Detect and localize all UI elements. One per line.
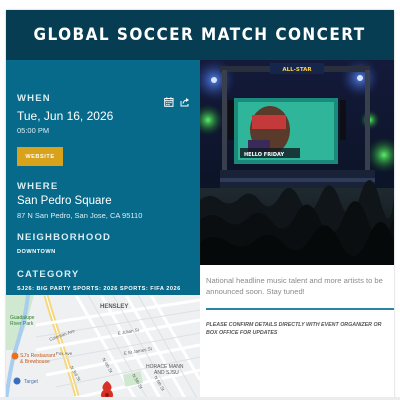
- when-label: WHEN: [17, 93, 51, 104]
- category-list: SJ26: BIG PARTY SPORTS: 2026 SPORTS: FIF…: [17, 286, 181, 292]
- event-disclaimer: PLEASE CONFIRM DETAILS DIRECTLY WITH EVE…: [206, 322, 382, 336]
- content-divider: [206, 308, 394, 310]
- map-label-fox: Fox Ave: [56, 351, 73, 356]
- event-title: GLOBAL SOCCER MATCH CONCERT: [33, 25, 367, 45]
- event-time: 05:00 PM: [17, 126, 50, 135]
- event-info-panel: WHEN Tue, Jun 16, 2026 05:00 PM WEBSITE …: [6, 60, 200, 295]
- event-date: Tue, Jun 16, 2026: [17, 109, 114, 123]
- location-map[interactable]: HENSLEY Guadalupe River Park SJ's Restaur…: [6, 295, 200, 400]
- stage-banner-text: ALL-STAR: [282, 67, 312, 73]
- venue-name: San Pedro Square: [17, 195, 112, 207]
- map-label-target: Target: [24, 379, 39, 385]
- share-icon[interactable]: [180, 94, 190, 107]
- event-actions: [164, 94, 190, 107]
- venue-address: 87 N San Pedro, San Jose, CA 95110: [17, 211, 143, 220]
- event-description: National headline music talent and more …: [206, 276, 383, 296]
- event-header: GLOBAL SOCCER MATCH CONCERT: [6, 10, 394, 60]
- event-card: GLOBAL SOCCER MATCH CONCERT WHEN Tue, Ju…: [6, 10, 394, 400]
- where-label: WHERE: [17, 181, 59, 192]
- category-label: CATEGORY: [17, 269, 80, 280]
- neighborhood-label: NEIGHBORHOOD: [17, 232, 112, 243]
- map-label-hensley: HENSLEY: [100, 304, 128, 310]
- neighborhood-value: DOWNTOWN: [17, 249, 56, 255]
- calendar-icon[interactable]: [164, 94, 174, 107]
- screen-caption-text: HELLO FRIDAY: [244, 152, 284, 158]
- map-label-park: Guadalupe River Park: [10, 315, 35, 327]
- website-button[interactable]: WEBSITE: [17, 147, 63, 166]
- event-photo: ALL-STAR HELLO FRIDAY: [200, 60, 394, 265]
